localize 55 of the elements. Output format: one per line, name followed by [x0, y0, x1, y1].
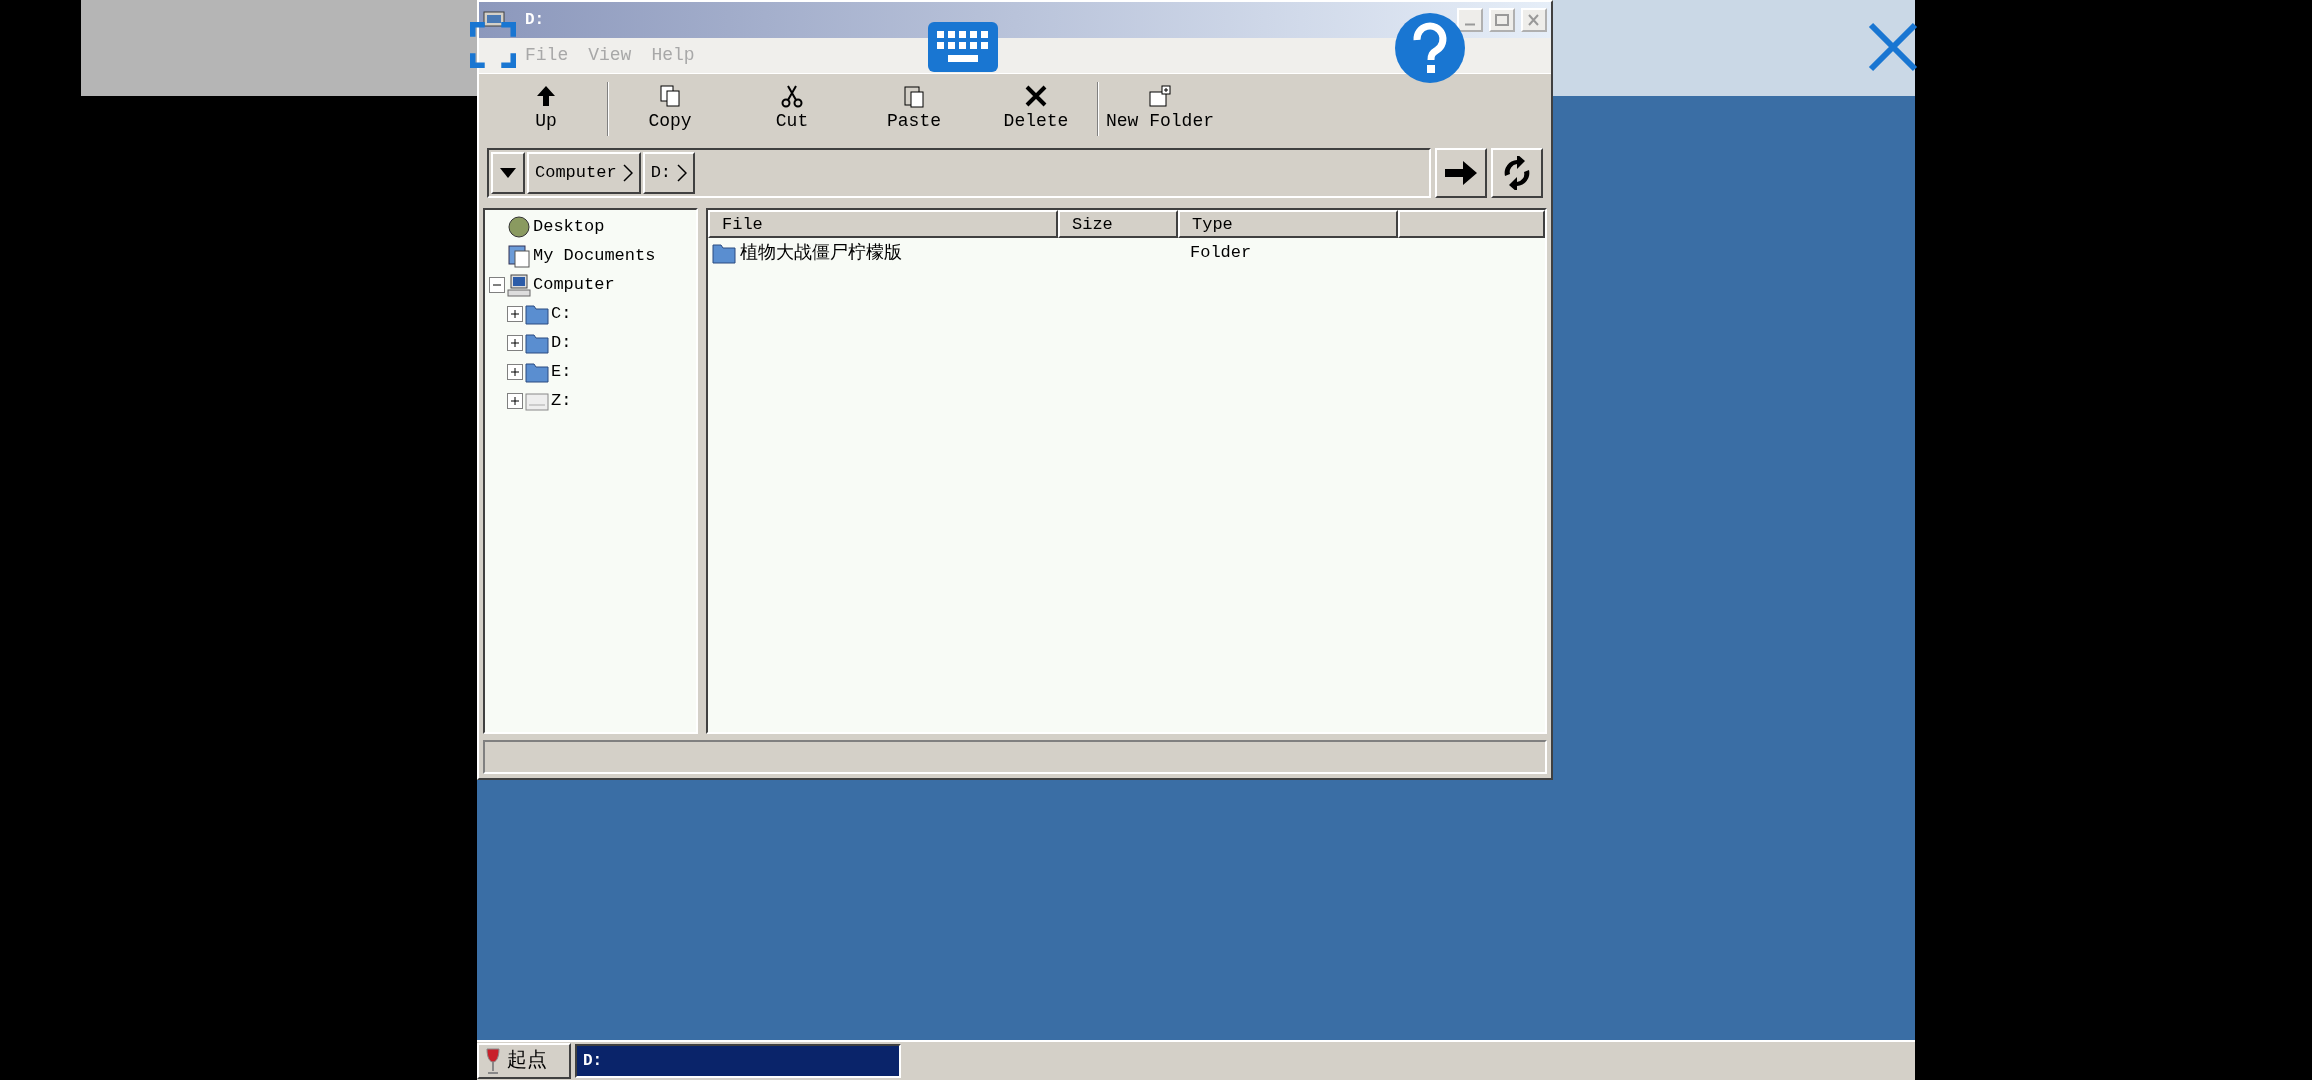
toolbar-button[interactable]: Cut	[731, 76, 853, 142]
chevron-right-icon	[622, 164, 633, 182]
plus-icon[interactable]	[510, 366, 520, 377]
toolbar-button[interactable]: Copy	[609, 76, 731, 142]
computer-icon	[483, 10, 505, 30]
close-button[interactable]	[1521, 8, 1547, 32]
tree-item[interactable]: Desktop	[533, 213, 605, 240]
x-mark-icon	[1024, 83, 1048, 108]
file-type: Folder	[1189, 242, 1252, 265]
column-header[interactable]: Type	[1178, 210, 1398, 238]
plus-icon[interactable]	[510, 395, 520, 406]
new-folder-icon	[1148, 83, 1172, 108]
toolbar-button[interactable]: Delete	[975, 76, 1097, 142]
wine-glass-icon	[485, 1047, 501, 1075]
minimize-button[interactable]	[1457, 8, 1483, 32]
minimize-icon	[1465, 23, 1475, 26]
tree-item[interactable]: My Documents	[533, 242, 656, 269]
toolbar-button[interactable]: Up	[485, 76, 607, 142]
refresh-button[interactable]	[1491, 148, 1543, 198]
taskbar-button[interactable]: D:	[575, 1044, 901, 1078]
chevron-right-icon	[677, 164, 688, 182]
tree-item[interactable]: Computer	[533, 271, 615, 298]
go-button[interactable]	[1435, 148, 1487, 198]
fullscreen-icon[interactable]	[470, 22, 516, 68]
close-icon	[1526, 13, 1542, 27]
copy-icon	[658, 83, 682, 108]
window-title: D:	[525, 10, 545, 31]
scissors-icon	[780, 83, 804, 108]
close-icon[interactable]	[1868, 22, 1918, 72]
breadcrumb-button[interactable]: Computer	[527, 152, 641, 194]
toolbar-button[interactable]: Paste	[853, 76, 975, 142]
folder-icon	[712, 242, 736, 264]
arrow-right-icon	[1443, 158, 1479, 188]
file-name[interactable]: 植物大战僵尸柠檬版	[740, 239, 902, 267]
tree-item[interactable]: D:	[551, 329, 572, 356]
start-button[interactable]: 起点	[477, 1043, 571, 1079]
column-header[interactable]: Size	[1058, 210, 1178, 238]
toolbar-button[interactable]: New Folder	[1099, 76, 1221, 142]
tree-item[interactable]: E:	[551, 358, 572, 385]
breadcrumb-button[interactable]: D:	[642, 152, 696, 194]
keyboard-icon[interactable]	[928, 22, 998, 72]
documents-icon	[507, 243, 531, 268]
computer-icon	[507, 272, 531, 297]
caret-down-icon	[499, 167, 517, 179]
column-header[interactable]: File	[708, 210, 1058, 238]
maximize-button[interactable]	[1489, 8, 1515, 32]
plus-icon[interactable]	[510, 337, 520, 348]
maximize-icon	[1494, 13, 1510, 27]
help-icon[interactable]	[1395, 13, 1465, 83]
clipboard-icon	[902, 83, 926, 108]
tree-item[interactable]: Z:	[551, 387, 572, 414]
address-field[interactable]: Computer D:	[487, 148, 1431, 198]
plus-icon[interactable]	[510, 308, 520, 319]
tree-item[interactable]: C:	[551, 300, 572, 327]
dropdown-button[interactable]	[491, 152, 525, 194]
